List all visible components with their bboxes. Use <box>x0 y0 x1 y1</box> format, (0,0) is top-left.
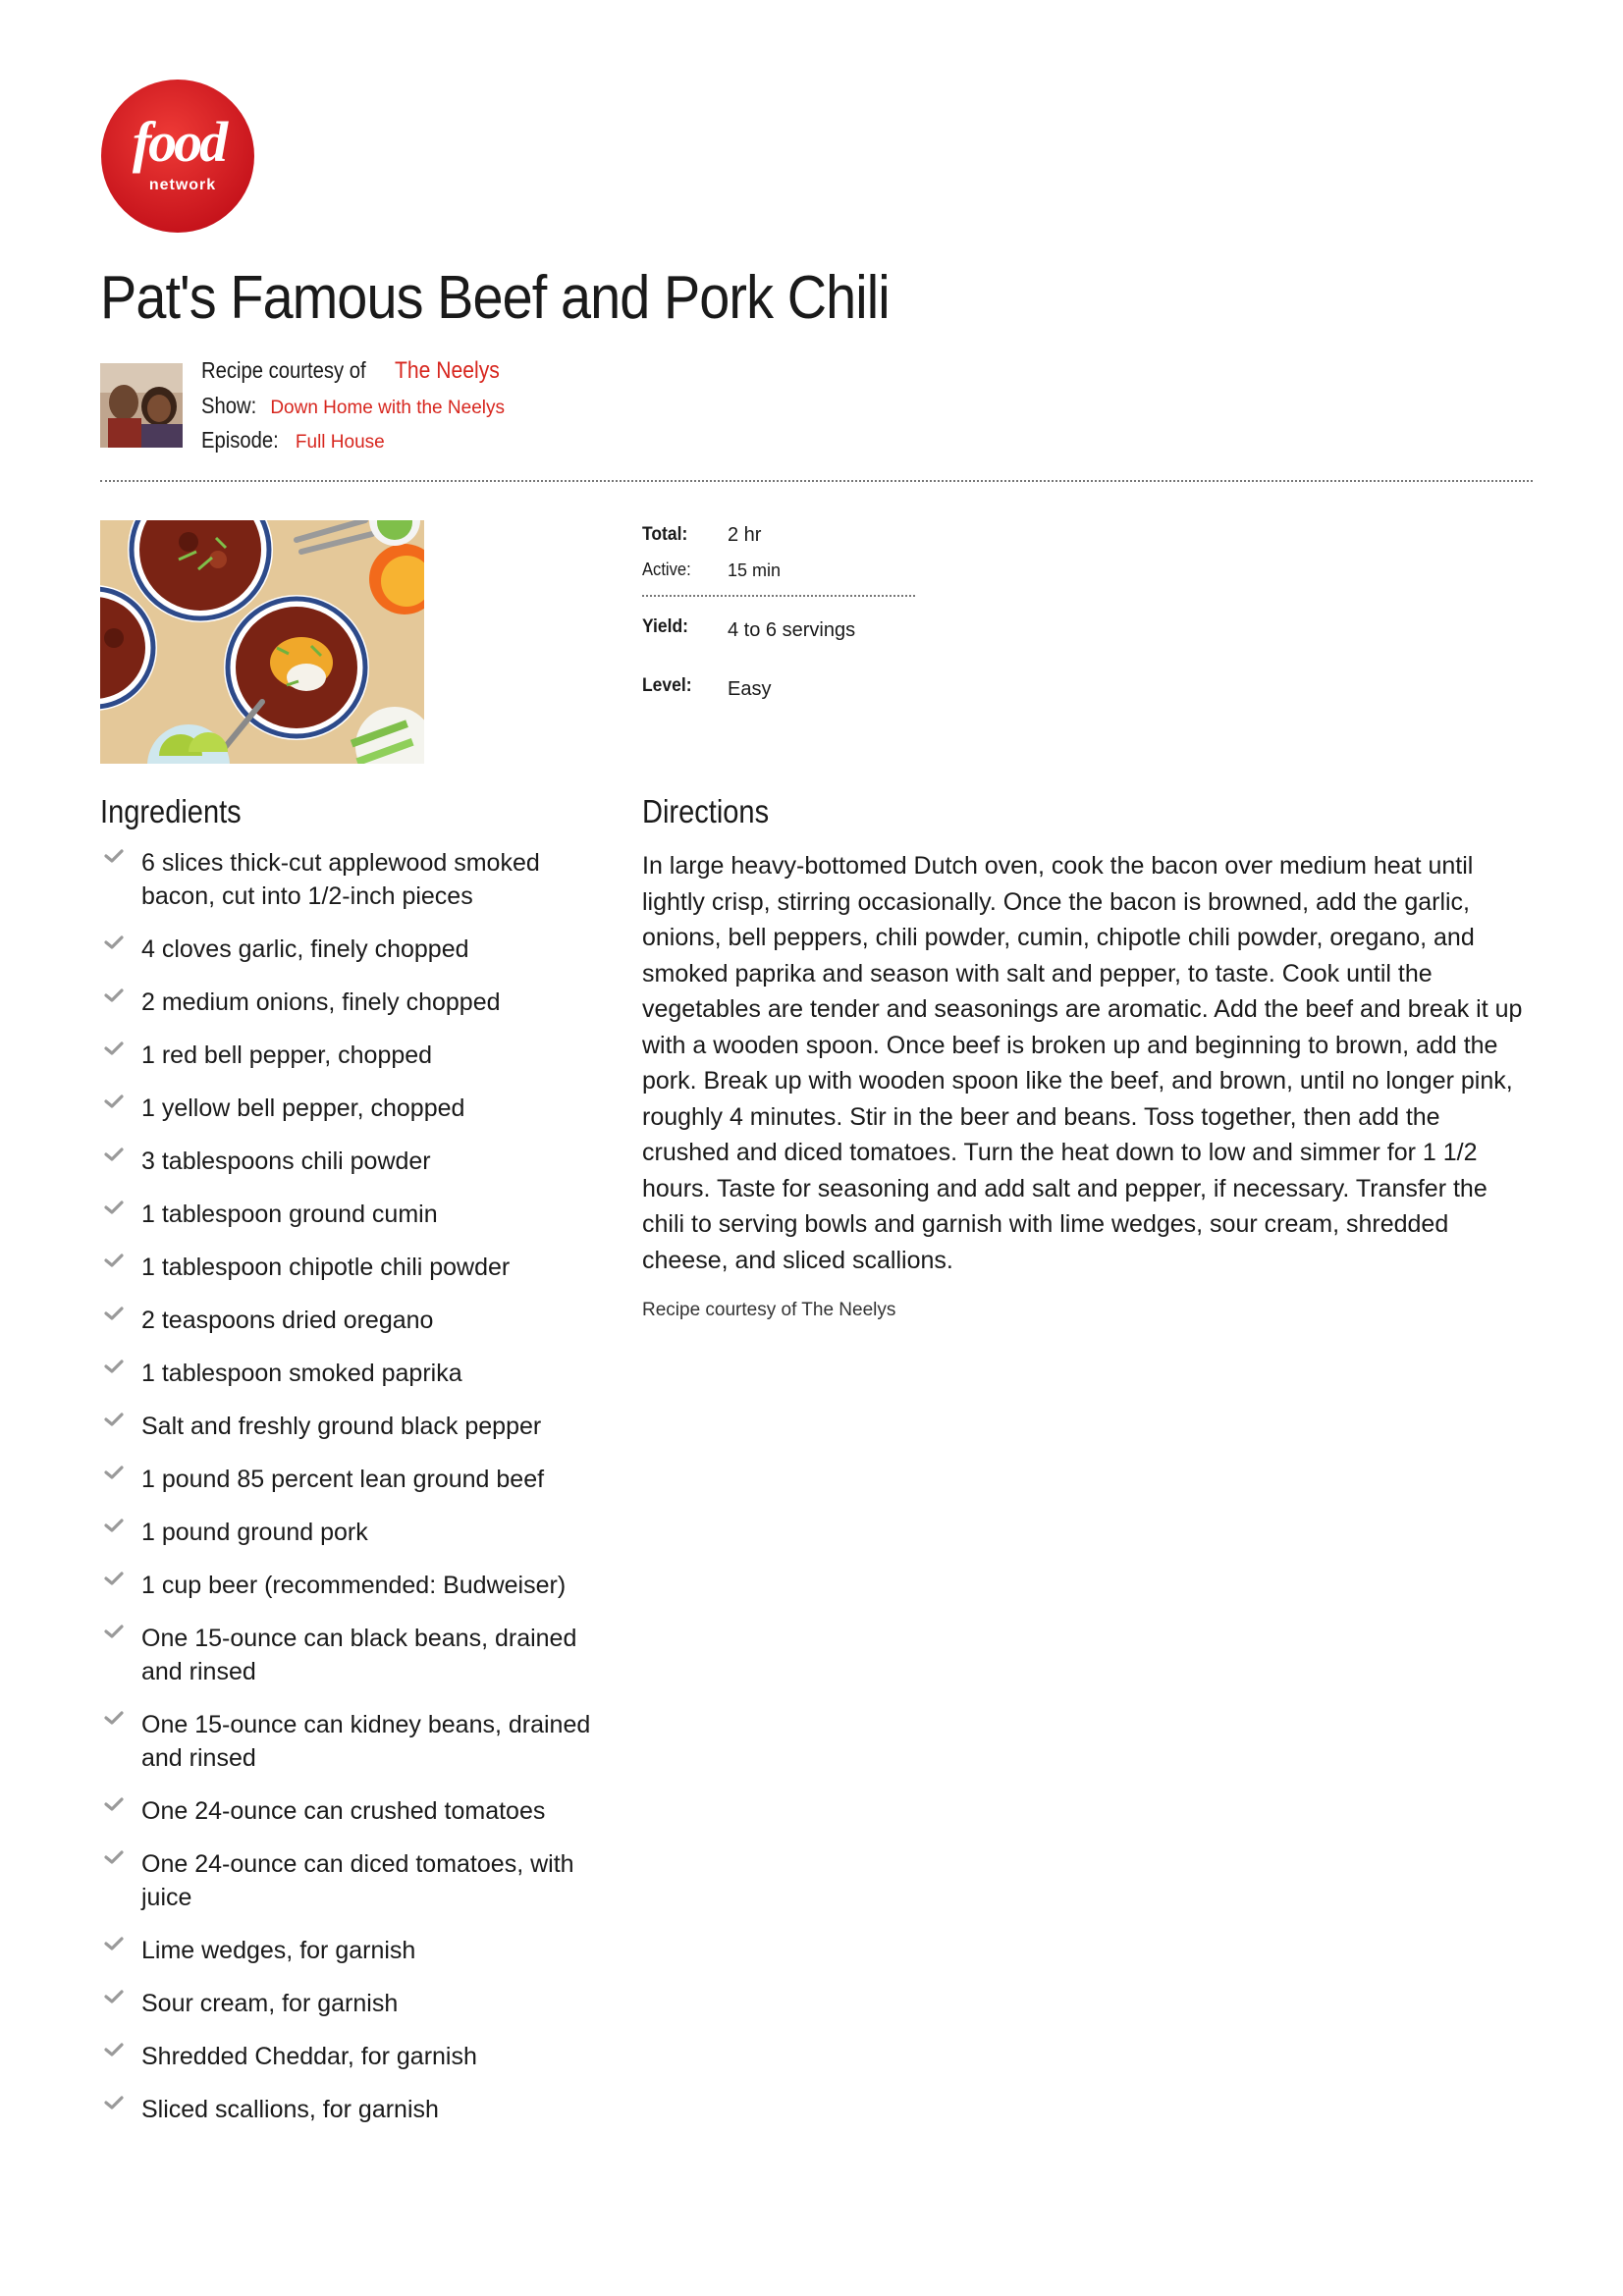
ingredient-text: 3 tablespoons chili powder <box>141 1148 431 1175</box>
ingredient-text: Lime wedges, for garnish <box>141 1937 416 1964</box>
show-link[interactable]: Down Home with the Neelys <box>270 398 505 418</box>
checkmark-icon <box>104 1360 124 1373</box>
ingredient-text: Shredded Cheddar, for garnish <box>141 2043 477 2070</box>
header-divider <box>100 480 1533 482</box>
ingredient-item[interactable]: 1 cup beer (recommended: Budweiser) <box>100 1569 611 1602</box>
recipe-photo <box>100 520 424 764</box>
logo-sub-text: network <box>149 177 216 193</box>
food-network-logo[interactable]: food network <box>100 79 255 234</box>
checkmark-icon <box>104 1797 124 1811</box>
ingredient-text: 2 medium onions, finely chopped <box>141 988 501 1016</box>
checkmark-icon <box>104 1850 124 1864</box>
checkmark-icon <box>104 1201 124 1214</box>
show-label: Show: <box>201 393 257 418</box>
ingredient-text: 1 yellow bell pepper, chopped <box>141 1095 465 1122</box>
recipe-title: Pat's Famous Beef and Pork Chili <box>100 264 891 332</box>
ingredient-item[interactable]: 1 tablespoon ground cumin <box>100 1198 611 1231</box>
ingredient-text: 1 tablespoon smoked paprika <box>141 1360 462 1387</box>
ingredient-item[interactable]: 2 teaspoons dried oregano <box>100 1304 611 1337</box>
episode-link[interactable]: Full House <box>296 432 385 453</box>
ingredients-list: 6 slices thick-cut applewood smoked baco… <box>100 846 611 2146</box>
checkmark-icon <box>104 988 124 1002</box>
checkmark-icon <box>104 1711 124 1725</box>
checkmark-icon <box>104 1413 124 1426</box>
checkmark-icon <box>104 1041 124 1055</box>
ingredient-item[interactable]: 1 pound ground pork <box>100 1516 611 1549</box>
ingredient-text: Salt and freshly ground black pepper <box>141 1413 542 1440</box>
ingredient-item[interactable]: Lime wedges, for garnish <box>100 1934 611 1967</box>
episode-label: Episode: <box>201 427 279 453</box>
checkmark-icon <box>104 849 124 863</box>
active-time-value: 15 min <box>728 561 782 580</box>
checkmark-icon <box>104 1095 124 1108</box>
logo-brand-text: food <box>133 110 229 174</box>
ingredient-text: 1 cup beer (recommended: Budweiser) <box>141 1572 567 1599</box>
checkmark-icon <box>104 2096 124 2109</box>
ingredient-item[interactable]: 1 yellow bell pepper, chopped <box>100 1092 611 1125</box>
ingredient-item[interactable]: 1 tablespoon chipotle chili powder <box>100 1251 611 1284</box>
checkmark-icon <box>104 1572 124 1585</box>
ingredient-item[interactable]: 6 slices thick-cut applewood smoked baco… <box>100 846 611 913</box>
active-time-label: Active: <box>642 560 691 579</box>
ingredient-item[interactable]: One 24-ounce can crushed tomatoes <box>100 1794 611 1828</box>
ingredient-item[interactable]: 1 tablespoon smoked paprika <box>100 1357 611 1390</box>
ingredient-item[interactable]: 3 tablespoons chili powder <box>100 1145 611 1178</box>
directions-text: In large heavy-bottomed Dutch oven, cook… <box>642 852 1523 1274</box>
checkmark-icon <box>104 1625 124 1638</box>
ingredient-text: 1 tablespoon ground cumin <box>141 1201 438 1228</box>
meta-divider <box>642 595 915 597</box>
ingredient-item[interactable]: 2 medium onions, finely chopped <box>100 986 611 1019</box>
level-label: Level: <box>642 675 692 696</box>
courtesy-author-link[interactable]: The Neelys <box>395 357 500 385</box>
ingredient-text: One 15-ounce can kidney beans, drained a… <box>141 1711 591 1772</box>
recipe-courtesy-line: Recipe courtesy of The Neelys <box>201 357 514 385</box>
ingredient-text: 4 cloves garlic, finely chopped <box>141 935 469 963</box>
checkmark-icon <box>104 1466 124 1479</box>
ingredient-text: 2 teaspoons dried oregano <box>141 1307 434 1334</box>
total-time-value: 2 hr <box>728 524 762 546</box>
ingredient-item[interactable]: Sour cream, for garnish <box>100 1987 611 2020</box>
ingredient-text: 1 pound 85 percent lean ground beef <box>141 1466 545 1493</box>
ingredient-item[interactable]: Shredded Cheddar, for garnish <box>100 2040 611 2073</box>
total-time-label: Total: <box>642 524 688 545</box>
ingredient-text: 1 pound ground pork <box>141 1519 368 1546</box>
ingredient-text: Sour cream, for garnish <box>141 1990 399 2017</box>
ingredient-text: 1 red bell pepper, chopped <box>141 1041 433 1069</box>
checkmark-icon <box>104 1990 124 2003</box>
checkmark-icon <box>104 935 124 949</box>
checkmark-icon <box>104 1148 124 1161</box>
ingredient-text: One 24-ounce can diced tomatoes, with ju… <box>141 1850 574 1911</box>
directions-heading: Directions <box>642 793 770 829</box>
ingredient-item[interactable]: 4 cloves garlic, finely chopped <box>100 933 611 966</box>
ingredients-heading: Ingredients <box>100 793 242 829</box>
courtesy-label: Recipe courtesy of <box>201 357 366 383</box>
ingredient-text: One 15-ounce can black beans, drained an… <box>141 1625 577 1685</box>
checkmark-icon <box>104 2043 124 2056</box>
ingredient-text: 1 tablespoon chipotle chili powder <box>141 1254 511 1281</box>
checkmark-icon <box>104 1519 124 1532</box>
recipe-courtesy-note: Recipe courtesy of The Neelys <box>642 1300 896 1320</box>
ingredient-item[interactable]: 1 pound 85 percent lean ground beef <box>100 1463 611 1496</box>
show-line: Show: Down Home with the Neelys <box>201 393 505 419</box>
ingredient-item[interactable]: One 24-ounce can diced tomatoes, with ju… <box>100 1847 611 1914</box>
yield-value: 4 to 6 servings <box>728 619 856 641</box>
ingredient-item[interactable]: One 15-ounce can kidney beans, drained a… <box>100 1708 611 1775</box>
author-avatar[interactable] <box>100 363 183 448</box>
checkmark-icon <box>104 1254 124 1267</box>
ingredient-item[interactable]: Salt and freshly ground black pepper <box>100 1410 611 1443</box>
ingredient-text: Sliced scallions, for garnish <box>141 2096 439 2123</box>
ingredient-item[interactable]: Sliced scallions, for garnish <box>100 2093 611 2126</box>
level-value: Easy <box>728 678 772 700</box>
ingredient-text: One 24-ounce can crushed tomatoes <box>141 1797 546 1825</box>
checkmark-icon <box>104 1937 124 1950</box>
episode-line: Episode: Full House <box>201 427 385 454</box>
ingredient-item[interactable]: One 15-ounce can black beans, drained an… <box>100 1622 611 1688</box>
ingredient-item[interactable]: 1 red bell pepper, chopped <box>100 1039 611 1072</box>
yield-label: Yield: <box>642 616 688 637</box>
ingredient-text: 6 slices thick-cut applewood smoked baco… <box>141 849 540 910</box>
checkmark-icon <box>104 1307 124 1320</box>
